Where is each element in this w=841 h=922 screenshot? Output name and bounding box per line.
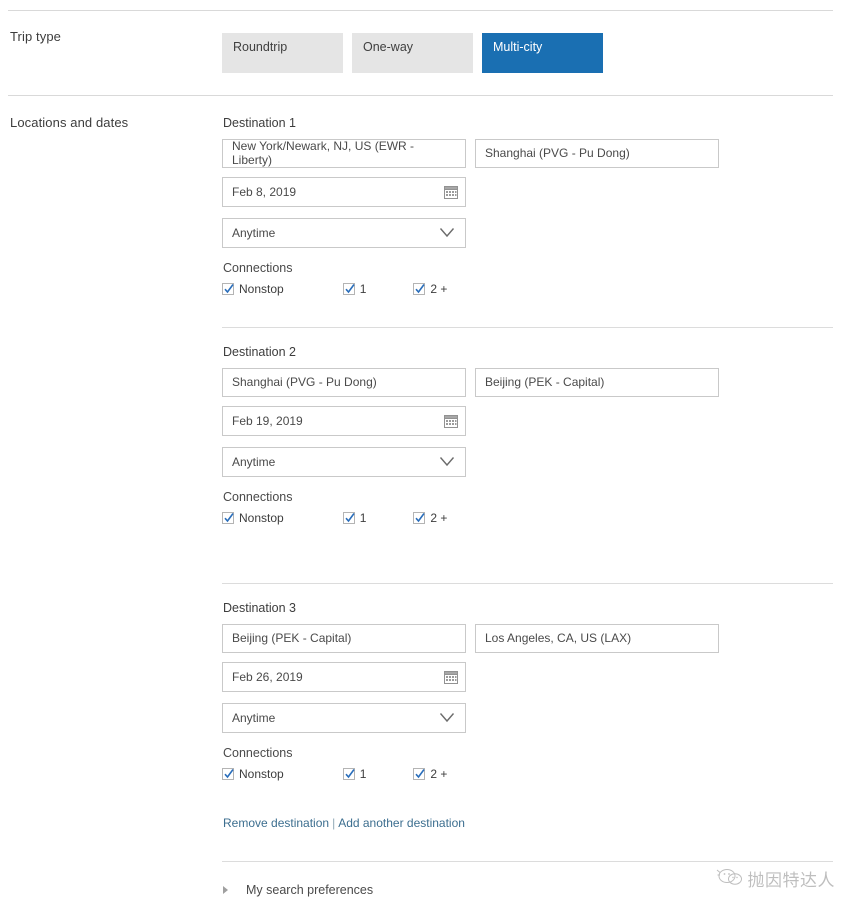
destination-1-connections-label: Connections: [223, 260, 293, 275]
trip-type-oneway-button[interactable]: One-way: [352, 33, 473, 73]
trip-type-label: Trip type: [10, 29, 61, 44]
destination-3-connection-nonstop-label: Nonstop: [239, 767, 284, 781]
destination-1-date-input[interactable]: Feb 8, 2019: [222, 176, 466, 207]
destination-3-airports-row: Beijing (PEK - Capital) Los Angeles, CA,…: [222, 623, 719, 653]
destination-2-connection-twoplus-label: 2 +: [430, 511, 448, 525]
destination-2-divider: [222, 583, 833, 584]
checkbox-checked-icon[interactable]: [222, 768, 234, 780]
destination-3-connection-one[interactable]: 1: [342, 767, 367, 781]
destination-1-connection-nonstop[interactable]: Nonstop: [222, 283, 284, 295]
destination-2-time-value: Anytime: [232, 454, 276, 469]
destination-1-date-value: Feb 8, 2019: [232, 184, 297, 199]
destination-3-date-value: Feb 26, 2019: [232, 669, 303, 684]
destination-1-connection-nonstop-label: Nonstop: [239, 282, 284, 296]
destination-1-time-select[interactable]: Anytime: [222, 217, 466, 248]
destination-3-connections-label: Connections: [223, 745, 293, 760]
chevron-down-icon[interactable]: [439, 712, 455, 723]
watermark-text: 抛因特达人: [747, 871, 835, 891]
destination-2-connection-twoplus[interactable]: 2 +: [413, 512, 447, 524]
destination-2-time-select[interactable]: Anytime: [222, 446, 466, 477]
triangle-right-icon[interactable]: [223, 886, 228, 894]
links-separator: |: [332, 816, 336, 830]
trip-type-options: Roundtrip One-way Multi-city: [222, 33, 603, 73]
add-destination-link[interactable]: Add another destination: [338, 816, 465, 830]
destination-2-date-value: Feb 19, 2019: [232, 413, 303, 428]
destination-block-2: Destination 2 Shanghai (PVG - Pu Dong) B…: [222, 346, 719, 524]
destination-block-3: Destination 3 Beijing (PEK - Capital) Lo…: [222, 602, 719, 780]
destination-2-connection-nonstop-label: Nonstop: [239, 511, 284, 525]
destination-1-connection-one[interactable]: 1: [342, 282, 367, 296]
remove-destination-link[interactable]: Remove destination: [223, 816, 329, 830]
destination-1-connections-row: Nonstop 1 2 +: [222, 283, 719, 295]
destination-1-title: Destination 1: [223, 116, 296, 130]
checkbox-checked-icon[interactable]: [342, 283, 355, 295]
destination-3-connection-one-label: 1: [359, 767, 367, 781]
destination-2-connection-one[interactable]: 1: [342, 511, 367, 525]
calendar-icon[interactable]: [444, 670, 458, 684]
destination-2-title: Destination 2: [223, 345, 296, 359]
destination-1-connection-twoplus-label: 2 +: [430, 282, 448, 296]
destination-2-destination-input[interactable]: Beijing (PEK - Capital): [475, 367, 719, 397]
trip-type-roundtrip-button[interactable]: Roundtrip: [222, 33, 343, 73]
destination-2-connections-row: Nonstop 1 2 +: [222, 512, 719, 524]
destination-2-connection-nonstop[interactable]: Nonstop: [222, 512, 284, 524]
destination-3-date-input[interactable]: Feb 26, 2019: [222, 661, 466, 692]
destination-3-title: Destination 3: [223, 601, 296, 615]
my-search-preferences-toggle[interactable]: My search preferences: [223, 883, 373, 897]
destination-3-origin-input[interactable]: Beijing (PEK - Capital): [222, 623, 466, 653]
destination-3-connection-nonstop[interactable]: Nonstop: [222, 768, 284, 780]
destination-1-divider: [222, 327, 833, 328]
destination-1-origin-input[interactable]: New York/Newark, NJ, US (EWR - Liberty): [222, 138, 466, 168]
my-search-preferences-label: My search preferences: [246, 883, 374, 897]
watermark: 抛因特达人: [716, 866, 836, 891]
destination-3-connection-twoplus[interactable]: 2 +: [413, 768, 447, 780]
destination-2-origin-input[interactable]: Shanghai (PVG - Pu Dong): [222, 367, 466, 397]
trip-type-divider: [8, 95, 833, 96]
destination-2-connection-one-label: 1: [359, 511, 367, 525]
checkbox-checked-icon[interactable]: [222, 283, 234, 295]
destination-2-airports-row: Shanghai (PVG - Pu Dong) Beijing (PEK - …: [222, 367, 719, 397]
destination-3-connection-twoplus-label: 2 +: [430, 767, 448, 781]
checkbox-checked-icon[interactable]: [342, 512, 355, 524]
destination-3-time-select[interactable]: Anytime: [222, 702, 466, 733]
destination-2-date-input[interactable]: Feb 19, 2019: [222, 405, 466, 436]
destination-actions: Remove destination | Add another destinati…: [223, 816, 465, 830]
destination-block-1: Destination 1 New York/Newark, NJ, US (E…: [222, 117, 719, 295]
destination-1-connection-one-label: 1: [359, 282, 367, 296]
locations-and-dates-label: Locations and dates: [10, 115, 129, 130]
chevron-down-icon[interactable]: [439, 456, 455, 467]
search-preferences-divider: [222, 861, 833, 862]
calendar-icon[interactable]: [444, 185, 458, 199]
trip-type-multicity-button[interactable]: Multi-city: [482, 33, 603, 73]
top-divider: [8, 10, 833, 11]
destination-1-destination-input[interactable]: Shanghai (PVG - Pu Dong): [475, 138, 719, 168]
checkbox-checked-icon[interactable]: [413, 768, 426, 780]
destination-3-time-value: Anytime: [232, 710, 276, 725]
destination-1-airports-row: New York/Newark, NJ, US (EWR - Liberty) …: [222, 138, 719, 168]
checkbox-checked-icon[interactable]: [342, 768, 355, 780]
checkbox-checked-icon[interactable]: [413, 283, 426, 295]
calendar-icon[interactable]: [444, 414, 458, 428]
checkbox-checked-icon[interactable]: [413, 512, 426, 524]
chevron-down-icon[interactable]: [439, 227, 455, 238]
destination-3-connections-row: Nonstop 1 2 +: [222, 768, 719, 780]
wechat-icon: [716, 866, 748, 891]
destination-3-destination-input[interactable]: Los Angeles, CA, US (LAX): [475, 623, 719, 653]
checkbox-checked-icon[interactable]: [222, 512, 234, 524]
destination-1-time-value: Anytime: [232, 225, 276, 240]
destination-2-connections-label: Connections: [223, 489, 293, 504]
destination-1-connection-twoplus[interactable]: 2 +: [413, 283, 447, 295]
